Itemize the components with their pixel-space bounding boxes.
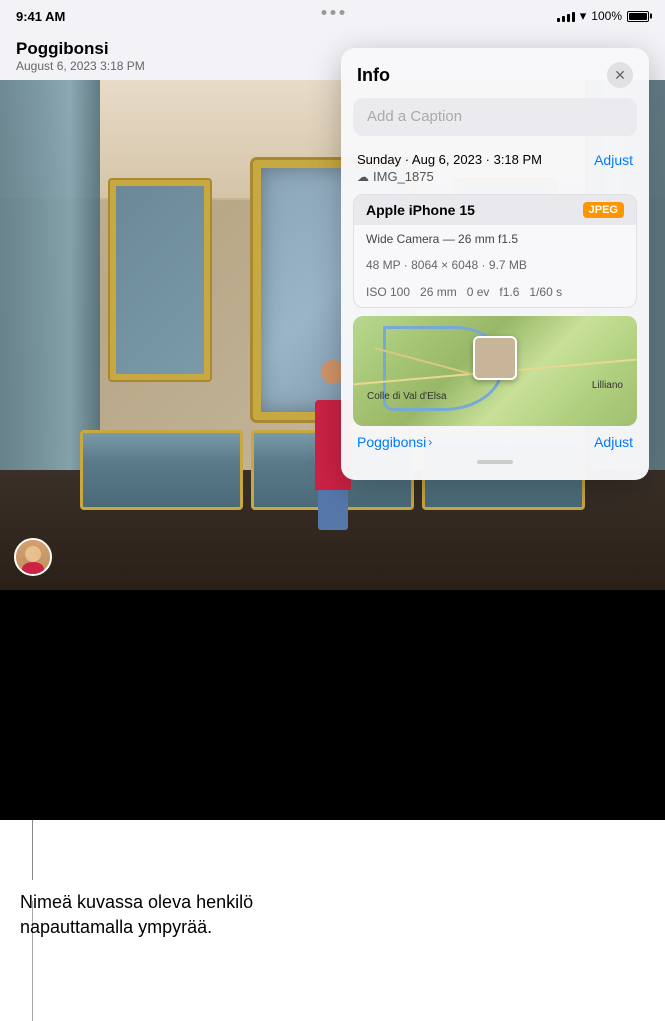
battery-percentage: 100% [591, 9, 622, 23]
photo-title-text: Poggibonsi August 6, 2023 3:18 PM [16, 39, 145, 73]
annotation-text: Nimeä kuvassa oleva henkilö napauttamall… [20, 890, 645, 940]
date-row: Sunday · Aug 6, 2023 · 3:18 PM ☁ IMG_187… [341, 146, 649, 190]
file-format-badge: JPEG [583, 202, 624, 218]
map-container[interactable]: Colle di Val d'Elsa Lilliano [353, 316, 637, 426]
spec-mm: 26 mm [420, 285, 457, 299]
file-name: IMG_1875 [373, 169, 434, 184]
location-name: Poggibonsi [357, 434, 426, 450]
battery-icon [627, 11, 649, 22]
map-label-colle: Colle di Val d'Elsa [367, 391, 447, 402]
specs-row: 48 MP · 8064 × 6048 · 9.7 MB [354, 253, 636, 280]
info-panel-header: Info ✕ [341, 48, 649, 98]
wifi-icon: ▾ [580, 8, 587, 24]
annotation-line-1: Nimeä kuvassa oleva henkilö [20, 892, 253, 912]
adjust-location-link[interactable]: Adjust [594, 434, 633, 450]
location-row: Poggibonsi › Adjust [341, 426, 649, 450]
date-text: Sunday · Aug 6, 2023 · 3:18 PM [357, 152, 542, 167]
spec-mp: 48 MP · 8064 × 6048 · 9.7 MB [366, 258, 527, 272]
chevron-right-icon: › [428, 435, 432, 449]
device-name: Apple iPhone 15 [366, 202, 475, 218]
three-dots [321, 10, 344, 15]
specs-row-2: ISO 100 26 mm 0 ev f1.6 1/60 s [354, 280, 636, 307]
caption-field[interactable]: Add a Caption [353, 98, 637, 136]
spec-fstop: f1.6 [499, 285, 519, 299]
spec-shutter: 1/60 s [529, 285, 562, 299]
annotation-line-2: napauttamalla ympyrää. [20, 917, 212, 937]
map-bg: Colle di Val d'Elsa Lilliano [353, 316, 637, 426]
file-row: ☁ IMG_1875 [357, 169, 542, 184]
spec-ev: 0 ev [467, 285, 490, 299]
drag-handle [477, 460, 513, 464]
info-close-button[interactable]: ✕ [607, 62, 633, 88]
status-time: 9:41 AM [16, 9, 65, 24]
signal-bars-icon [557, 10, 575, 22]
device-card: Apple iPhone 15 JPEG Wide Camera — 26 mm… [353, 194, 637, 308]
map-label-lilliano: Lilliano [592, 380, 623, 391]
close-icon: ✕ [614, 68, 626, 82]
device-header: Apple iPhone 15 JPEG [354, 195, 636, 225]
location-link[interactable]: Poggibonsi › [357, 434, 432, 450]
adjust-date-link[interactable]: Adjust [594, 152, 633, 168]
info-panel: Info ✕ Add a Caption Sunday · Aug 6, 202… [341, 48, 649, 480]
annotation-line [32, 820, 33, 880]
person-avatar[interactable] [14, 538, 52, 576]
caption-placeholder: Add a Caption [367, 108, 462, 125]
camera-info: Wide Camera — 26 mm f1.5 [354, 225, 636, 253]
photo-title-main: Poggibonsi [16, 39, 145, 59]
spec-iso: ISO 100 [366, 285, 410, 299]
status-right: ▾ 100% [557, 8, 649, 24]
cloud-icon: ☁ [357, 170, 369, 184]
info-panel-title: Info [357, 65, 390, 86]
frame-left [110, 180, 210, 380]
bench-1 [80, 430, 243, 510]
photo-title-sub: August 6, 2023 3:18 PM [16, 59, 145, 73]
date-info: Sunday · Aug 6, 2023 · 3:18 PM ☁ IMG_187… [357, 152, 542, 184]
status-bar: 9:41 AM ▾ 100% [0, 0, 665, 32]
map-photo-thumb [473, 336, 517, 380]
